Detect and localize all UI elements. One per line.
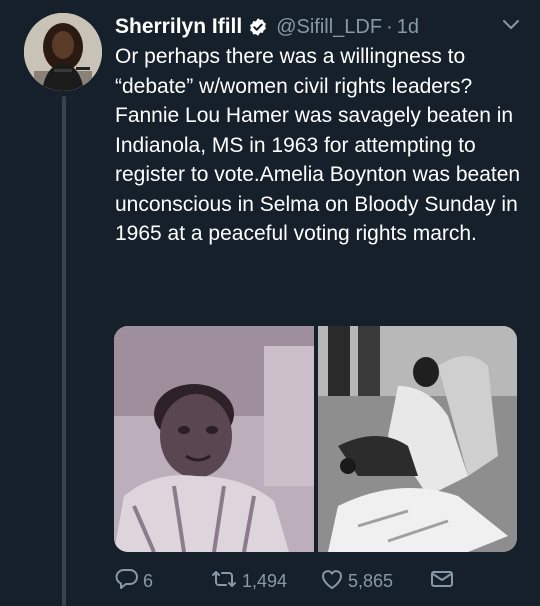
like-count: 5,865 bbox=[348, 570, 394, 591]
reply-count: 6 bbox=[143, 570, 154, 591]
author-handle[interactable]: @Sifill_LDF bbox=[276, 16, 382, 39]
retweet-count: 1,494 bbox=[242, 570, 288, 591]
verified-badge-icon bbox=[248, 17, 268, 37]
heart-icon bbox=[320, 568, 344, 595]
author-name[interactable]: Sherrilyn Ifill bbox=[115, 15, 242, 39]
media-photo-right[interactable] bbox=[317, 326, 517, 552]
reply-icon bbox=[115, 568, 139, 595]
avatar-photo bbox=[24, 13, 102, 91]
header-separator: · bbox=[386, 15, 393, 38]
tweet-actions: 6 1,494 5,865 bbox=[115, 568, 465, 594]
retweet-button[interactable]: 1,494 bbox=[210, 569, 320, 594]
tweet-text: Or perhaps there was a willingness to “d… bbox=[115, 45, 526, 245]
reply-button[interactable]: 6 bbox=[115, 568, 210, 595]
like-button[interactable]: 5,865 bbox=[320, 568, 430, 595]
media-grid[interactable] bbox=[114, 326, 517, 552]
tweet-header: Sherrilyn Ifill @Sifill_LDF · 1d bbox=[115, 12, 520, 42]
retweet-icon bbox=[210, 569, 238, 594]
media-photo-left[interactable] bbox=[114, 326, 314, 552]
thread-line bbox=[62, 96, 66, 606]
mail-icon bbox=[430, 569, 454, 594]
chevron-down-icon[interactable] bbox=[502, 18, 520, 36]
tweet-timestamp[interactable]: 1d bbox=[397, 16, 419, 39]
dm-button[interactable] bbox=[430, 569, 454, 594]
avatar[interactable] bbox=[24, 13, 102, 91]
